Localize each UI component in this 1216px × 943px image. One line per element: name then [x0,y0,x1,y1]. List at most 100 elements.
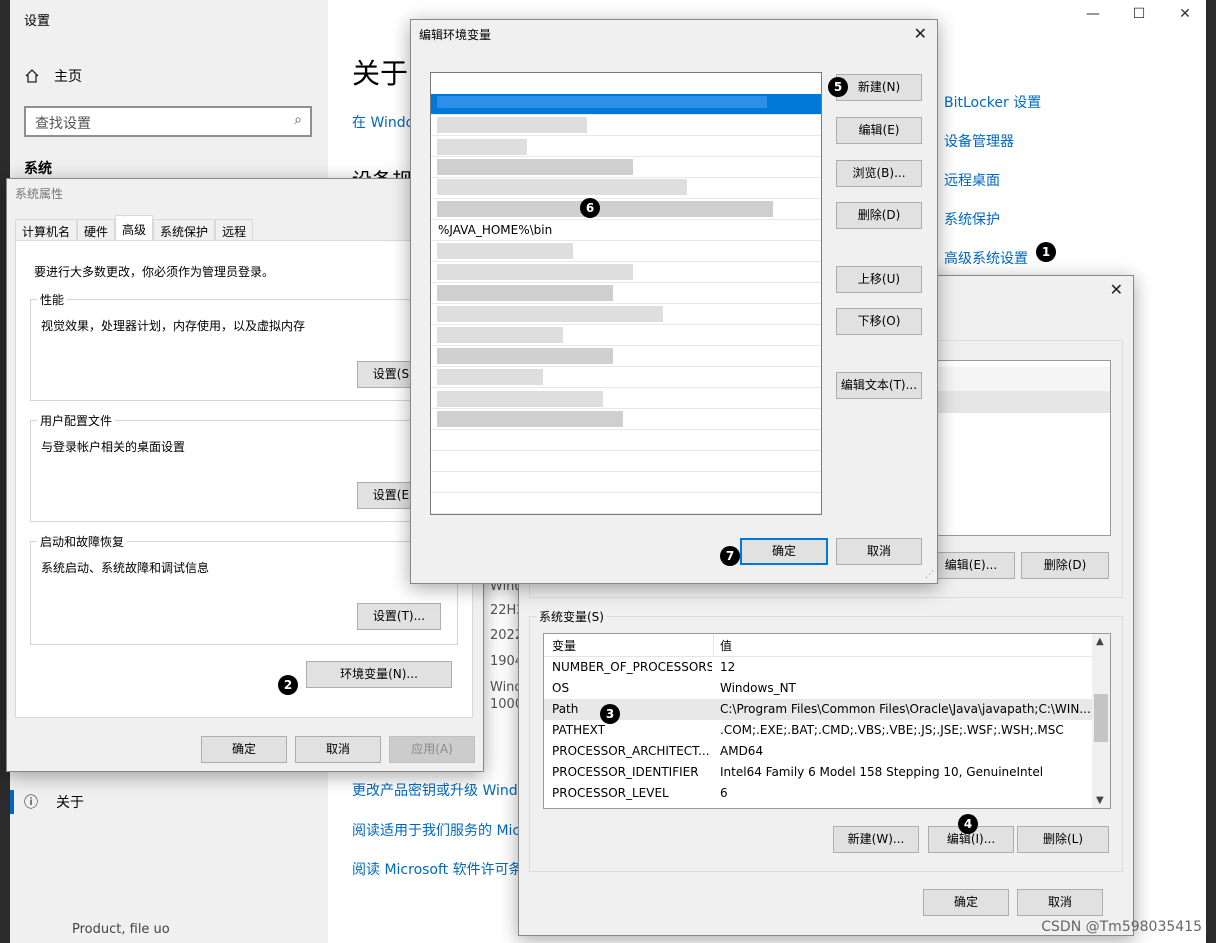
table-row-selected[interactable]: Path C:\Program Files\Common Files\Oracle… [544,699,1092,720]
admin-note: 要进行大多数更改，你必须作为管理员登录。 [34,265,275,279]
delete-button[interactable]: 删除(D) [836,202,922,229]
move-down-button[interactable]: 下移(O) [836,308,922,335]
tab-computer-name[interactable]: 计算机名 [15,219,78,241]
search-icon: ⌕ [294,112,302,128]
table-row[interactable]: PATHEXT .COM;.EXE;.BAT;.CMD;.VBS;.VBE;.JS… [544,720,1092,741]
table-row[interactable]: PROCESSOR_ARCHITECT... AMD64 [544,741,1092,762]
system-protection-link[interactable]: 系统保护 [944,209,1000,229]
table-row[interactable]: NUMBER_OF_PROCESSORS 12 [544,657,1092,678]
group-desc: 视觉效果，处理器计划，内存使用，以及虚拟内存 [41,319,306,333]
remote-desktop-link[interactable]: 远程桌面 [944,170,1000,190]
tab-remote[interactable]: 远程 [215,219,254,241]
redacted-entry [437,117,587,133]
about-label: 关于 [56,795,84,811]
list-item[interactable] [431,472,821,493]
ok-button[interactable]: 确定 [923,889,1009,916]
java-home-entry: %JAVA_HOME%\bin [438,223,553,237]
step-badge: 7 [720,546,740,566]
edit-text-button[interactable]: 编辑文本(T)... [836,372,922,399]
var-name: Path [552,702,579,716]
list-item[interactable]: %JAVA_HOME%\bin [431,220,821,241]
home-label: 主页 [54,69,82,85]
var-name: PROCESSOR_ARCHITECT... [552,744,710,758]
user-delete-button[interactable]: 删除(D) [1021,552,1109,579]
list-item[interactable] [431,451,821,472]
services-agreement-link[interactable]: 阅读适用于我们服务的 Mic [352,820,520,840]
step-badge: 5 [828,77,848,97]
cancel-button[interactable]: 取消 [836,538,922,565]
advanced-system-settings-link[interactable]: 高级系统设置 [944,248,1028,268]
column-divider [713,634,714,657]
redacted-entry [437,159,633,175]
system-heading: 系统 [24,161,52,177]
windows-link[interactable]: 在 Windo [352,112,414,132]
apply-button[interactable]: 应用(A) [389,736,475,763]
column-header-variable[interactable]: 变量 [552,637,712,654]
cancel-button[interactable]: 取消 [295,736,381,763]
edit-button[interactable]: 编辑(E) [836,117,922,144]
startup-settings-button[interactable]: 设置(T)... [357,603,441,630]
step-badge: 1 [1036,242,1056,262]
tab-bar: 计算机名 硬件 高级 系统保护 远程 [15,215,254,241]
minimize-button[interactable]: — [1070,6,1116,22]
product-id-text: Product, file uo [72,922,170,937]
bitlocker-link[interactable]: BitLocker 设置 [944,92,1041,112]
scroll-up-icon[interactable]: ▲ [1096,636,1104,647]
device-manager-link[interactable]: 设备管理器 [944,131,1014,151]
resize-grip-icon[interactable]: ⋰ [925,570,934,580]
redacted-entry [437,264,633,280]
scrollbar[interactable]: ▲ ▼ [1092,634,1110,808]
system-new-button[interactable]: 新建(W)... [833,826,919,853]
scroll-down-icon[interactable]: ▼ [1096,795,1104,806]
system-delete-button[interactable]: 删除(L) [1017,826,1109,853]
maximize-button[interactable]: ☐ [1116,6,1162,22]
step-badge: 2 [278,675,298,695]
group-desc: 与登录帐户相关的桌面设置 [41,440,186,454]
license-terms-link[interactable]: 阅读 Microsoft 软件许可条 [352,859,523,879]
browse-button[interactable]: 浏览(B)... [836,160,922,187]
product-key-link[interactable]: 更改产品密钥或升级 Windo [352,780,526,800]
redacted-entry [437,201,773,217]
step-badge: 4 [958,814,978,834]
list-item[interactable] [431,430,821,451]
variables-table: 变量 值 NUMBER_OF_PROCESSORS 12 OS Windows_NT… [544,634,1092,804]
scroll-thumb[interactable] [1094,694,1108,742]
desktop-edge-right [1206,0,1216,943]
tab-advanced[interactable]: 高级 [115,215,154,241]
sidebar-item-about[interactable]: ⓘ 关于 [10,790,328,814]
table-row[interactable]: PROCESSOR_IDENTIFIER Intel64 Family 6 Mod… [544,762,1092,783]
cancel-button[interactable]: 取消 [1017,889,1103,916]
environment-variables-button[interactable]: 环境变量(N)... [306,661,452,688]
home-nav-item[interactable]: 主页 [24,66,82,86]
settings-search-input[interactable]: 查找设置 ⌕ [24,106,312,137]
close-icon[interactable]: ✕ [1110,280,1123,299]
redacted-entry [437,285,613,301]
group-desc: 系统启动、系统故障和调试信息 [41,561,210,575]
ok-button[interactable]: 确定 [740,538,828,565]
page-title: 关于 [352,57,409,90]
startup-recovery-group: 启动和故障恢复 系统启动、系统故障和调试信息 设置(T)... [30,533,458,645]
redacted-entry [437,139,527,155]
table-row[interactable]: PROCESSOR_LEVEL 6 [544,783,1092,804]
move-up-button[interactable]: 上移(U) [836,266,922,293]
system-variables-table[interactable]: 变量 值 NUMBER_OF_PROCESSORS 12 OS Windows_NT… [543,633,1111,809]
tab-system-protection[interactable]: 系统保护 [153,219,216,241]
group-title: 启动和故障恢复 [37,533,128,550]
var-name: PROCESSOR_IDENTIFIER [552,765,699,779]
path-entries-list[interactable]: %JAVA_HOME%\bin [430,72,822,515]
close-icon[interactable]: ✕ [914,24,927,43]
table-header: 变量 值 [544,634,1092,657]
user-edit-button[interactable]: 编辑(E)... [927,552,1015,579]
tab-hardware[interactable]: 硬件 [77,219,116,241]
redacted-entry [437,411,623,427]
ok-button[interactable]: 确定 [201,736,287,763]
redacted-entry [437,179,687,195]
search-placeholder: 查找设置 [35,116,91,132]
new-button[interactable]: 新建(N) [836,74,922,101]
redacted-entry [437,391,603,407]
column-header-value[interactable]: 值 [720,637,1092,654]
close-button[interactable]: ✕ [1162,6,1208,22]
var-value: 6 [720,786,728,800]
list-item[interactable] [431,493,821,514]
table-row[interactable]: OS Windows_NT [544,678,1092,699]
